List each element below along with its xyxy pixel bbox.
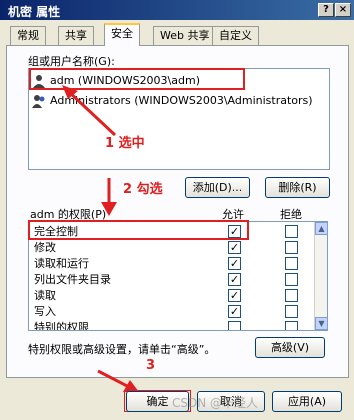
perm-row: 读取 ✓	[29, 288, 314, 304]
allow-checkbox[interactable]: ✓	[228, 289, 241, 302]
remove-button[interactable]: 删除(R)	[265, 177, 330, 198]
scroll-down-icon[interactable]: ▼	[315, 317, 328, 330]
title-bar[interactable]: 机密 属性 ? ×	[0, 0, 354, 20]
perm-row: 特别的权限	[29, 320, 314, 331]
tab-web-sharing[interactable]: Web 共享	[153, 26, 217, 45]
close-button[interactable]: ×	[335, 3, 351, 17]
allow-checkbox[interactable]: ✓	[228, 257, 241, 270]
annotation-box-full-control	[28, 220, 249, 240]
allow-checkbox[interactable]: ✓	[228, 305, 241, 318]
window-title: 机密 属性	[8, 5, 61, 19]
help-button[interactable]: ?	[318, 3, 334, 17]
perm-name: 读取和运行	[34, 257, 89, 270]
deny-checkbox[interactable]	[285, 241, 298, 254]
annotation-step-2: 2 勾选	[123, 182, 163, 197]
perm-name: 修改	[34, 241, 56, 254]
perm-row: 读取和运行 ✓	[29, 256, 314, 272]
deny-checkbox[interactable]	[285, 225, 298, 238]
perm-row: 写入 ✓	[29, 304, 314, 320]
groups-label: 组或用户名称(G):	[28, 55, 115, 68]
deny-checkbox[interactable]	[285, 273, 298, 286]
deny-checkbox[interactable]	[285, 321, 298, 330]
apply-button[interactable]: 应用(A)	[272, 391, 342, 412]
deny-checkbox[interactable]	[285, 289, 298, 302]
watermark: CSDN @千经人	[172, 396, 259, 410]
annotation-step-3: 3	[146, 358, 156, 373]
perm-name: 特别的权限	[34, 321, 89, 331]
perm-name: 写入	[34, 305, 56, 318]
deny-checkbox[interactable]	[285, 257, 298, 270]
group-icon	[32, 94, 46, 108]
tab-custom[interactable]: 自定义	[212, 26, 259, 45]
perm-name: 列出文件夹目录	[34, 273, 111, 286]
perm-row: 修改 ✓	[29, 240, 314, 256]
scroll-up-icon[interactable]: ▲	[315, 222, 328, 235]
allow-checkbox[interactable]	[228, 321, 241, 330]
perm-name: 读取	[34, 289, 56, 302]
advanced-button[interactable]: 高级(V)	[255, 337, 325, 358]
deny-checkbox[interactable]	[285, 305, 298, 318]
perm-row: 列出文件夹目录 ✓	[29, 272, 314, 288]
annotation-step-1: 1 选中	[105, 136, 145, 151]
deny-header: 拒绝	[280, 208, 302, 221]
allow-checkbox[interactable]: ✓	[228, 273, 241, 286]
advanced-text: 特别权限或高级设置，请单击“高级”。	[28, 343, 216, 356]
add-button[interactable]: 添加(D)...	[185, 177, 250, 198]
tab-sharing[interactable]: 共享	[58, 26, 94, 45]
permissions-scrollbar[interactable]: ▲ ▼	[314, 222, 328, 330]
tab-general[interactable]: 常规	[10, 26, 46, 45]
allow-checkbox[interactable]: ✓	[228, 241, 241, 254]
tab-security[interactable]: 安全	[104, 23, 140, 46]
